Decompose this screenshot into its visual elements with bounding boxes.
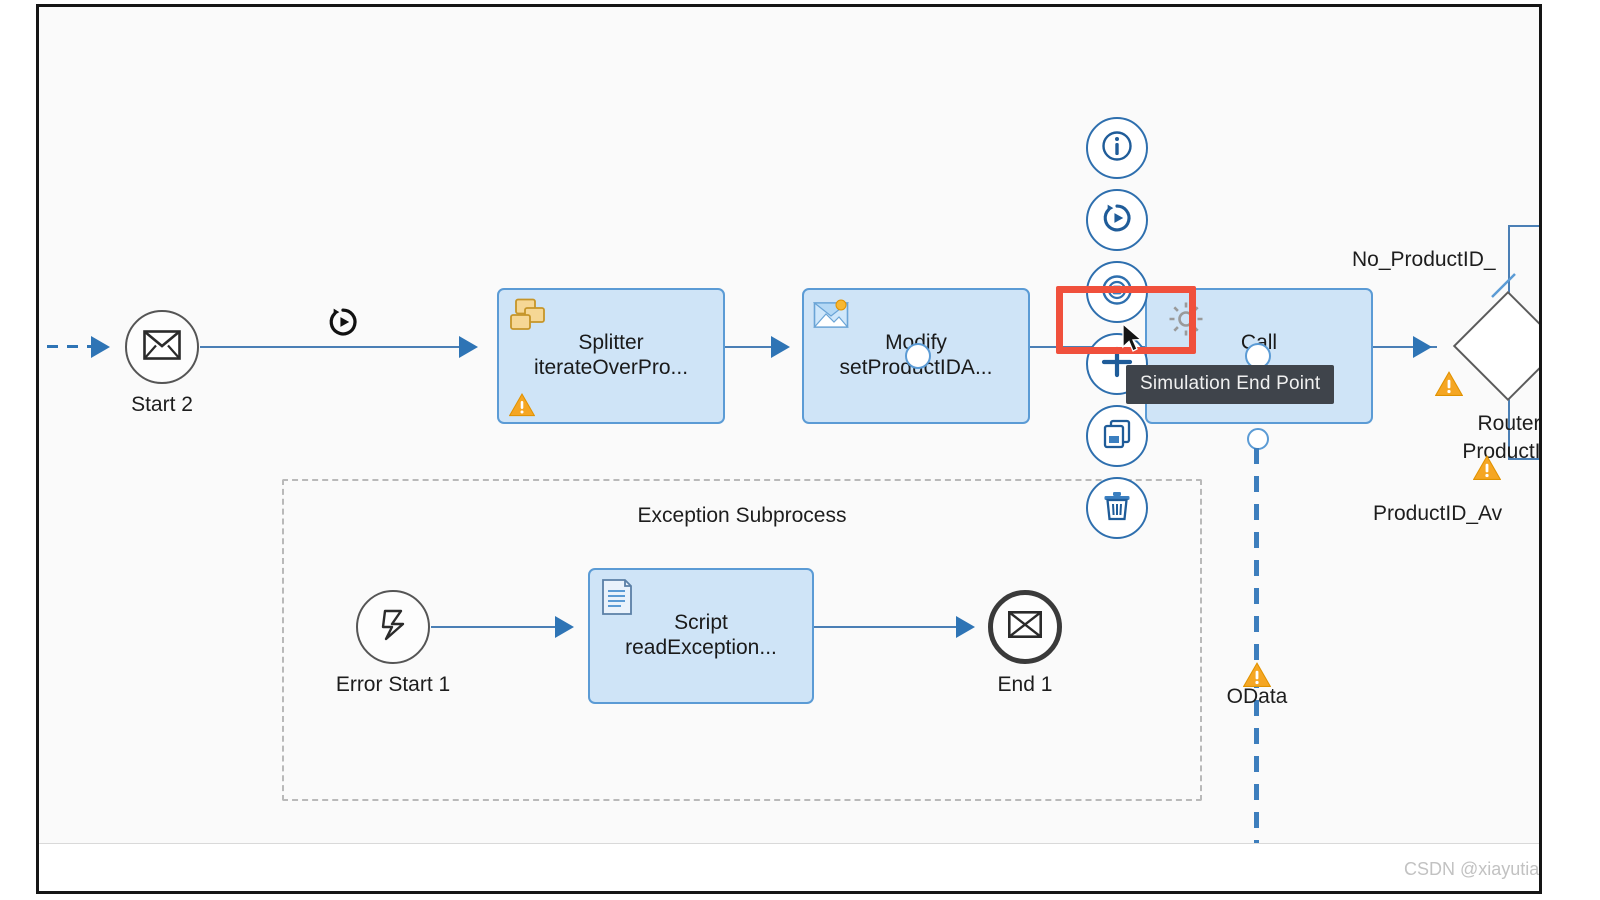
connector-arrow-end	[956, 616, 975, 638]
toolbar-simulation-start-point-button[interactable]	[1086, 189, 1148, 251]
error-start-1-label: Error Start 1	[335, 673, 451, 696]
inbound-dashed-stub	[47, 345, 93, 348]
content-modifier-icon	[812, 298, 851, 335]
router-branch-bottom-label: ProductID_Av	[1373, 502, 1503, 525]
odata-dashed-connector[interactable]	[1254, 448, 1259, 868]
copy-icon	[1100, 417, 1134, 456]
router-branch-top-return	[1508, 225, 1539, 227]
start-event-start-2-label: Start 2	[131, 393, 193, 416]
router-warning-icon	[1434, 371, 1464, 396]
router-label-line1: Router	[1477, 412, 1541, 435]
end-event-end-1-label: End 1	[997, 673, 1053, 696]
task-script-title-line2: readException...	[625, 636, 777, 659]
modify-endpoint-dot[interactable]	[905, 343, 931, 369]
connector-arrow-router	[1413, 336, 1432, 358]
splitter-icon	[508, 298, 548, 341]
odata-warning-icon	[1242, 662, 1272, 687]
task-splitter[interactable]: Splitter iterateOverPro...	[497, 288, 725, 424]
delete-icon	[1100, 489, 1134, 528]
watermark: CSDN @xiayutian_c	[1404, 859, 1540, 879]
message-end-event-icon	[1007, 610, 1042, 643]
connector-splitter-to-modify[interactable]	[725, 346, 777, 348]
simulation-start-point-marker[interactable]	[326, 305, 360, 344]
screenshot-root: Start 2 Splitter iterateOverPro... Route…	[0, 0, 1600, 900]
task-script[interactable]: Script readException...	[588, 568, 814, 704]
router-label-line2: ProductID	[1462, 440, 1541, 463]
integration-flow-canvas[interactable]: Start 2 Splitter iterateOverPro... Route…	[36, 4, 1542, 894]
simulation-start-point-icon	[1100, 201, 1134, 240]
error-start-event-icon	[377, 608, 409, 647]
connector-start-to-splitter[interactable]	[200, 346, 465, 348]
toolbar-info-button[interactable]	[1086, 117, 1148, 179]
tooltip: Simulation End Point	[1126, 365, 1335, 404]
router-branch-top-label: No_ProductID_	[1352, 248, 1496, 271]
task-splitter-title-line2: iterateOverPro...	[533, 356, 689, 379]
warning-icon	[508, 392, 536, 417]
message-start-event-icon	[143, 329, 181, 365]
router-warning-icon-2	[1472, 455, 1502, 480]
toolbar-copy-button[interactable]	[1086, 405, 1148, 467]
mouse-cursor	[1121, 322, 1145, 360]
start-event-error-start-1[interactable]	[356, 590, 430, 664]
connector-errorstart-to-script[interactable]	[431, 626, 561, 628]
end-event-end-1[interactable]	[988, 590, 1062, 664]
info-icon	[1100, 129, 1134, 168]
connector-arrow-script	[555, 616, 574, 638]
script-icon	[599, 578, 635, 621]
toolbar-delete-button[interactable]	[1086, 477, 1148, 539]
inbound-arrow	[91, 336, 110, 358]
exception-subprocess-title: Exception Subprocess	[637, 504, 847, 527]
odata-connector-endpoint[interactable]	[1247, 428, 1269, 450]
canvas-footer-strip	[39, 844, 1539, 891]
odata-label: OData	[1226, 685, 1288, 708]
connector-arrow-splitter	[459, 336, 478, 358]
start-event-start-2[interactable]	[125, 310, 199, 384]
connector-arrow-modify	[771, 336, 790, 358]
connector-script-to-end[interactable]	[814, 626, 962, 628]
